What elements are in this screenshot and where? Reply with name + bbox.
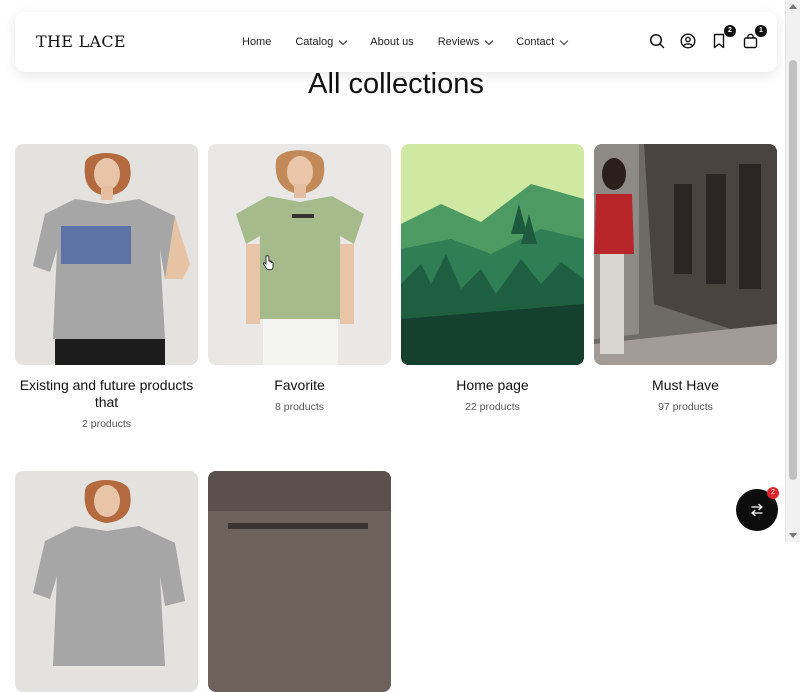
collection-name[interactable]: Favorite (208, 377, 391, 394)
nav-contact-label: Contact (516, 36, 555, 48)
nav-catalog[interactable]: Catalog (295, 36, 348, 48)
collection-card[interactable] (208, 471, 391, 692)
collection-image[interactable] (594, 144, 777, 365)
account-button[interactable] (679, 32, 697, 50)
nav-reviews-label: Reviews (437, 36, 480, 48)
nav-about[interactable]: About us (370, 36, 413, 48)
chevron-down-icon (339, 36, 348, 45)
collection-image[interactable] (208, 144, 391, 365)
header-actions: 2 1 (648, 25, 767, 50)
street-fashion-photo-image (594, 144, 777, 365)
search-button[interactable] (648, 32, 666, 50)
nav-about-label: About us (370, 36, 414, 48)
nav-contact[interactable]: Contact (516, 36, 569, 48)
tshirt-photo-image (15, 144, 198, 365)
cart-count-badge: 1 (755, 25, 767, 37)
nav-reviews[interactable]: Reviews (437, 36, 494, 48)
tshirt-photo-image (15, 471, 198, 692)
main-nav: Home Catalog About us Reviews Contact (242, 36, 591, 48)
collection-count: 97 products (658, 401, 713, 413)
bag-icon (743, 33, 757, 49)
tshirt-photo-image (208, 144, 391, 365)
scroll-up-arrow[interactable] (789, 4, 797, 9)
collection-card[interactable] (15, 471, 198, 692)
collection-card[interactable]: Must Have 97 products (594, 144, 777, 413)
collection-count: 2 products (81, 418, 132, 430)
collection-name[interactable]: Existing and future products that (15, 377, 198, 411)
store-logo[interactable]: THE LACE (36, 32, 126, 51)
collection-image[interactable] (208, 471, 391, 692)
hand-cursor-icon (262, 255, 274, 271)
collection-card[interactable]: Favorite 8 products (208, 144, 391, 413)
site-header: THE LACE Home Catalog About us Reviews C… (15, 12, 777, 72)
compare-count-badge: 2 (767, 487, 779, 499)
collection-count: 8 products (274, 401, 325, 413)
cart-button[interactable]: 1 (741, 25, 767, 50)
collection-name[interactable]: Must Have (594, 377, 777, 394)
chevron-down-icon (559, 36, 569, 45)
compare-floating-button[interactable]: 2 (736, 487, 779, 531)
collection-image[interactable] (15, 471, 198, 692)
swap-icon (751, 503, 763, 517)
scrollbar-thumb[interactable] (789, 60, 797, 480)
chevron-down-icon (485, 36, 494, 45)
forest-landscape-image (401, 144, 584, 365)
wishlist-count-badge: 2 (724, 25, 736, 37)
collection-count: 22 products (465, 401, 520, 413)
collection-image[interactable] (401, 144, 584, 365)
bookmark-icon (713, 33, 725, 49)
collection-card[interactable]: Home page 22 products (401, 144, 584, 413)
collection-image[interactable] (15, 144, 198, 365)
collection-name[interactable]: Home page (401, 377, 584, 394)
nav-home[interactable]: Home (242, 36, 271, 48)
user-icon (680, 33, 696, 49)
nav-catalog-label: Catalog (295, 36, 334, 48)
wishlist-button[interactable]: 2 (710, 25, 736, 50)
page-title: All collections (308, 68, 484, 100)
interior-photo-image (208, 471, 391, 692)
scroll-down-arrow[interactable] (789, 533, 797, 538)
search-icon (649, 33, 665, 49)
nav-home-label: Home (242, 36, 272, 48)
collection-card[interactable]: Existing and future products that 2 prod… (15, 144, 198, 430)
